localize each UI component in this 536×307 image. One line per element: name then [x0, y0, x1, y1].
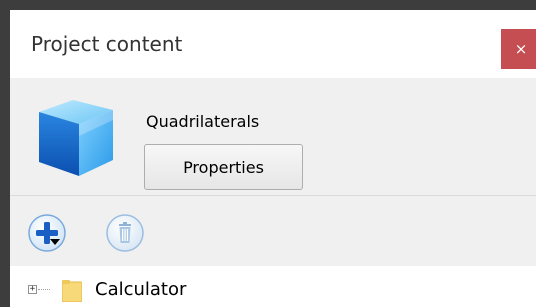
- window-title: Project content: [31, 32, 183, 56]
- cube-icon: [39, 100, 113, 176]
- project-name: Quadrilaterals: [146, 112, 260, 131]
- close-button[interactable]: ×: [501, 29, 536, 69]
- trash-icon[interactable]: [105, 213, 145, 253]
- tree-connector: [38, 289, 50, 291]
- properties-button[interactable]: Properties: [144, 144, 303, 190]
- project-header: Quadrilaterals Properties: [10, 78, 536, 197]
- tree-item-label: Calculator: [95, 279, 187, 300]
- toolbar: [10, 196, 536, 266]
- close-icon: ×: [514, 40, 528, 58]
- folder-icon: [62, 280, 82, 302]
- chevron-down-icon[interactable]: [50, 239, 60, 245]
- tree-item-calculator[interactable]: + Calculator: [10, 266, 536, 307]
- project-tree: + Calculator: [10, 266, 536, 307]
- project-content-window: Project content × Quadrilaterals Propert…: [10, 10, 536, 307]
- title-bar: Project content ×: [10, 10, 536, 78]
- expand-icon[interactable]: +: [28, 285, 37, 294]
- add-icon[interactable]: [27, 213, 67, 253]
